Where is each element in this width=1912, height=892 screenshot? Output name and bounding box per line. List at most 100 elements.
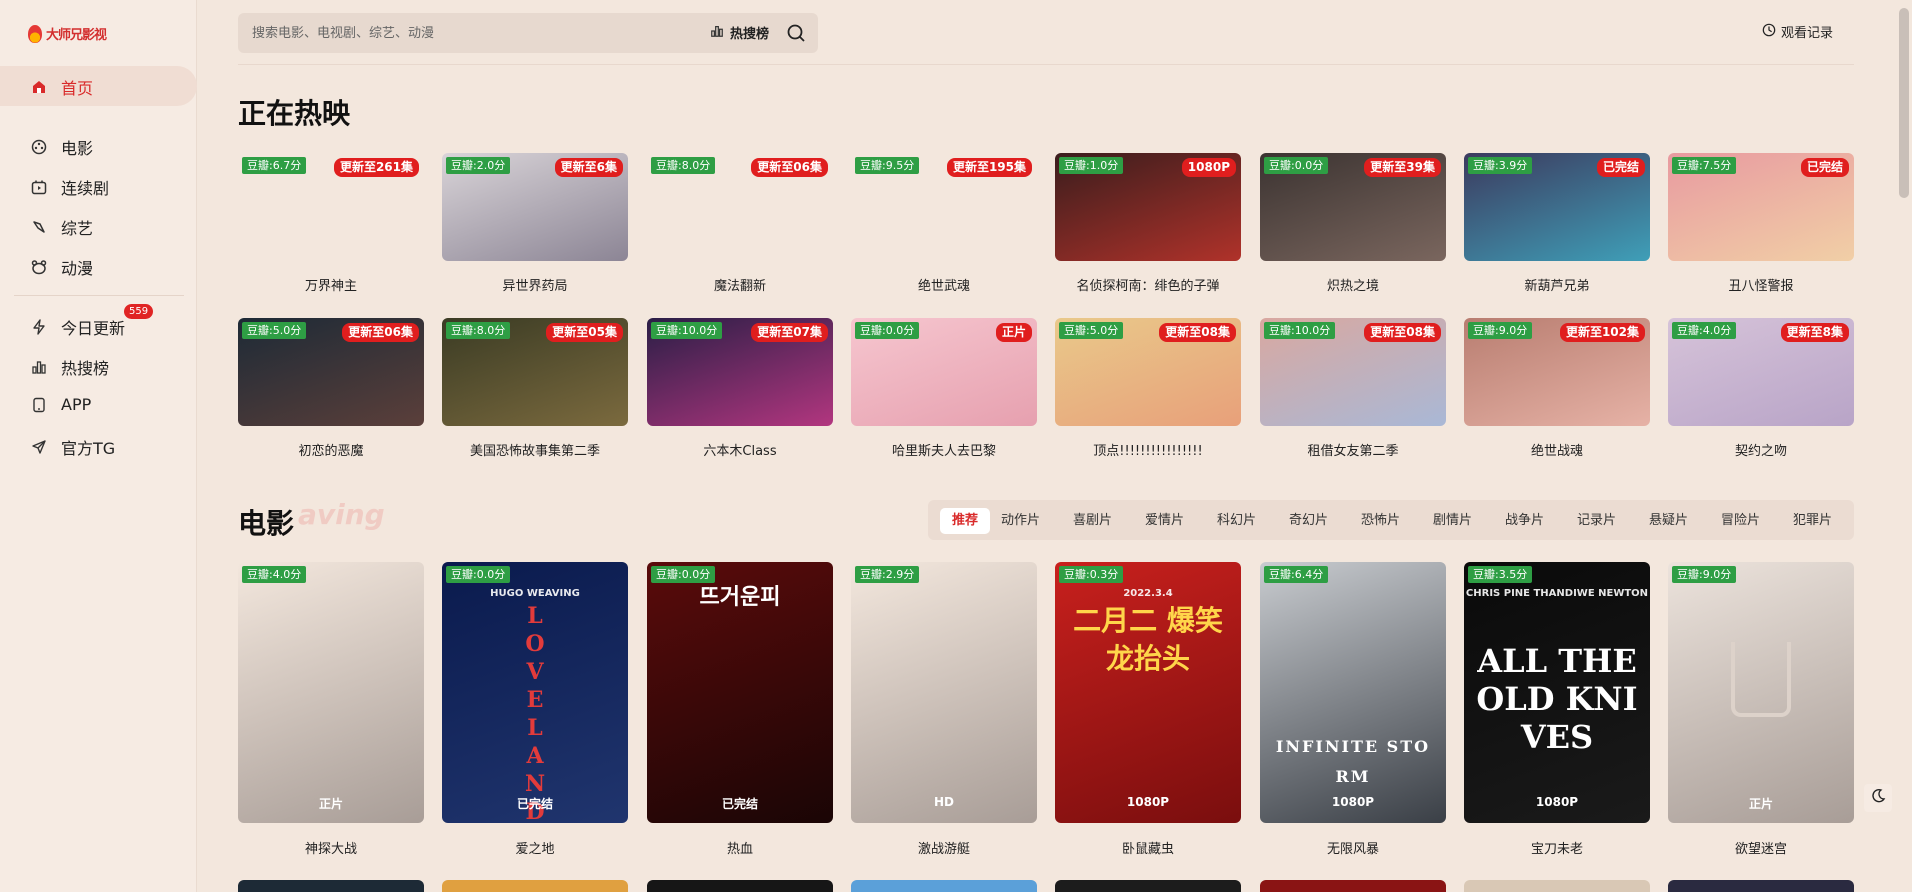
watch-history-button[interactable]: 观看记录 xyxy=(1762,22,1833,41)
search-icon[interactable] xyxy=(786,23,806,43)
sidebar-item-anime[interactable]: 动漫 xyxy=(30,255,93,279)
tab-category[interactable]: 奇幻片 xyxy=(1289,508,1328,534)
video-card[interactable]: 豆瓣:4.0分 更新至8集 契约之吻 xyxy=(1668,318,1854,460)
tab-category[interactable]: 犯罪片 xyxy=(1793,508,1832,534)
episode-status-badge: 更新至195集 xyxy=(946,158,1032,177)
video-card[interactable]: 豆瓣:5.0分 更新至06集 初恋的恶魔 xyxy=(238,318,424,460)
tab-category[interactable]: 战争片 xyxy=(1505,508,1544,534)
movie-card[interactable] xyxy=(647,880,833,892)
video-card[interactable]: 豆瓣:3.9分 已完结 新葫芦兄弟 xyxy=(1464,153,1650,295)
poster-image[interactable]: HUGO WEAVING LOVELAND xyxy=(442,562,628,823)
movie-card[interactable]: HUGO WEAVING LOVELAND 豆瓣:0.0分 已完结 爱之地 xyxy=(442,562,628,858)
movie-card[interactable]: 豆瓣:9.0分 正片 欲望迷宫 xyxy=(1668,562,1854,858)
movie-card[interactable]: INFINITE STORM 豆瓣:6.4分 1080P 无限风暴 xyxy=(1260,562,1446,858)
sidebar-item-movies[interactable]: 电影 xyxy=(30,135,93,159)
movie-card[interactable]: 豆瓣:4.0分 正片 神探大战 xyxy=(238,562,424,858)
tab-category[interactable]: 动作片 xyxy=(1001,508,1040,534)
sidebar-item-variety[interactable]: 综艺 xyxy=(30,215,93,239)
poster-image[interactable] xyxy=(851,562,1037,823)
video-title[interactable]: 顶点!!!!!!!!!!!!!!!! xyxy=(1055,440,1241,459)
tab-category[interactable]: 悬疑片 xyxy=(1649,508,1688,534)
video-title[interactable]: 魔法翻新 xyxy=(647,275,833,294)
movie-card[interactable]: CHRIS PINE THANDIWE NEWTON ALL THE OLD KN… xyxy=(1464,562,1650,858)
video-title[interactable]: 初恋的恶魔 xyxy=(238,440,424,459)
sidebar-item-hot-search[interactable]: 热搜榜 xyxy=(30,355,109,379)
movie-card[interactable] xyxy=(1055,880,1241,892)
theme-toggle-button[interactable] xyxy=(1864,784,1892,812)
video-card[interactable]: 豆瓣:8.0分 更新至05集 美国恐怖故事集第二季 xyxy=(442,318,628,460)
poster-image[interactable] xyxy=(1668,562,1854,823)
sidebar-item-home[interactable]: 首页 xyxy=(30,75,93,99)
video-card[interactable]: 豆瓣:8.0分 更新至06集 魔法翻新 xyxy=(647,153,833,295)
video-title[interactable]: 热血 xyxy=(647,838,833,857)
quality-label: 已完结 xyxy=(516,797,553,811)
video-title[interactable]: 新葫芦兄弟 xyxy=(1464,275,1650,294)
video-title[interactable]: 卧鼠藏虫 xyxy=(1055,838,1241,857)
poster-image[interactable]: INFINITE STORM xyxy=(1260,562,1446,823)
tab-recommended[interactable]: 推荐 xyxy=(940,508,991,534)
tab-category[interactable]: 爱情片 xyxy=(1145,508,1184,534)
video-card[interactable]: 豆瓣:2.0分 更新至6集 异世界药局 xyxy=(442,153,628,295)
video-card[interactable]: 豆瓣:5.0分 更新至08集 顶点!!!!!!!!!!!!!!!! xyxy=(1055,318,1241,460)
video-title[interactable]: 六本木Class xyxy=(647,440,833,459)
movie-card[interactable] xyxy=(851,880,1037,892)
movie-card[interactable] xyxy=(1260,880,1446,892)
sidebar-item-today-updates[interactable]: 今日更新 xyxy=(30,315,125,339)
poster-image[interactable]: 뜨거운피 xyxy=(647,562,833,823)
video-title[interactable]: 欲望迷宫 xyxy=(1668,838,1854,857)
video-title[interactable]: 炽热之境 xyxy=(1260,275,1446,294)
video-title[interactable]: 名侦探柯南：绯色的子弹 xyxy=(1055,275,1241,294)
episode-status-badge: 更新至39集 xyxy=(1364,158,1441,177)
douban-score-badge: 豆瓣:7.5分 xyxy=(1672,157,1737,174)
tab-category[interactable]: 科幻片 xyxy=(1217,508,1256,534)
movie-card[interactable]: 豆瓣:2.9分 HD 激战游艇 xyxy=(851,562,1037,858)
hot-search-button[interactable]: 热搜榜 xyxy=(710,23,769,42)
tab-category[interactable]: 剧情片 xyxy=(1433,508,1472,534)
poster-image[interactable]: 2022.3.4 二月二 爆笑龙抬头 xyxy=(1055,562,1241,823)
video-title[interactable]: 神探大战 xyxy=(238,838,424,857)
video-card[interactable]: 豆瓣:6.7分 更新至261集 万界神主 xyxy=(238,153,424,295)
video-title[interactable]: 契约之吻 xyxy=(1668,440,1854,459)
sidebar-item-telegram[interactable]: 官方TG xyxy=(30,435,115,459)
video-title[interactable]: 爱之地 xyxy=(442,838,628,857)
movie-card[interactable] xyxy=(442,880,628,892)
video-title[interactable]: 哈里斯夫人去巴黎 xyxy=(851,440,1037,459)
video-title[interactable]: 租借女友第二季 xyxy=(1260,440,1446,459)
video-card[interactable]: 豆瓣:10.0分 更新至07集 六本木Class xyxy=(647,318,833,460)
video-title[interactable]: 宝刀未老 xyxy=(1464,838,1650,857)
video-title[interactable]: 无限风暴 xyxy=(1260,838,1446,857)
video-title[interactable]: 绝世武魂 xyxy=(851,275,1037,294)
poster-image[interactable]: CHRIS PINE THANDIWE NEWTON ALL THE OLD KN… xyxy=(1464,562,1650,823)
movie-card[interactable]: 뜨거운피 豆瓣:0.0分 已完结 热血 xyxy=(647,562,833,858)
movie-card[interactable] xyxy=(238,880,424,892)
tab-category[interactable]: 记录片 xyxy=(1577,508,1616,534)
quality-label: 1080P xyxy=(1331,795,1375,809)
video-card[interactable]: 豆瓣:7.5分 已完结 丑八怪警报 xyxy=(1668,153,1854,295)
movie-card[interactable] xyxy=(1464,880,1650,892)
video-card[interactable]: 豆瓣:10.0分 更新至08集 租借女友第二季 xyxy=(1260,318,1446,460)
movie-card[interactable]: 2022.3.4 二月二 爆笑龙抬头 豆瓣:0.3分 1080P 卧鼠藏虫 xyxy=(1055,562,1241,858)
tab-category[interactable]: 喜剧片 xyxy=(1073,508,1112,534)
video-title[interactable]: 万界神主 xyxy=(238,275,424,294)
logo[interactable]: 大师兄影视 xyxy=(28,24,107,43)
video-title[interactable]: 丑八怪警报 xyxy=(1668,275,1854,294)
search-input[interactable] xyxy=(252,13,672,53)
tab-category[interactable]: 恐怖片 xyxy=(1361,508,1400,534)
update-count-badge: 559 xyxy=(124,304,154,319)
video-card[interactable]: 豆瓣:9.0分 更新至102集 绝世战魂 xyxy=(1464,318,1650,460)
video-title[interactable]: 绝世战魂 xyxy=(1464,440,1650,459)
movie-card[interactable] xyxy=(1668,880,1854,892)
video-title[interactable]: 美国恐怖故事集第二季 xyxy=(442,440,628,459)
video-card[interactable]: 豆瓣:1.0分 1080P 名侦探柯南：绯色的子弹 xyxy=(1055,153,1241,295)
video-card[interactable]: 豆瓣:9.5分 更新至195集 绝世武魂 xyxy=(851,153,1037,295)
video-card[interactable]: 豆瓣:0.0分 正片 哈里斯夫人去巴黎 xyxy=(851,318,1037,460)
poster-image[interactable] xyxy=(238,562,424,823)
video-title[interactable]: 激战游艇 xyxy=(851,838,1037,857)
page-scrollbar[interactable] xyxy=(1896,0,1912,892)
scrollbar-thumb[interactable] xyxy=(1899,8,1909,198)
sidebar-item-series[interactable]: 连续剧 xyxy=(30,175,109,199)
video-card[interactable]: 豆瓣:0.0分 更新至39集 炽热之境 xyxy=(1260,153,1446,295)
sidebar-item-app[interactable]: APP xyxy=(30,395,91,414)
tab-category[interactable]: 冒险片 xyxy=(1721,508,1760,534)
video-title[interactable]: 异世界药局 xyxy=(442,275,628,294)
